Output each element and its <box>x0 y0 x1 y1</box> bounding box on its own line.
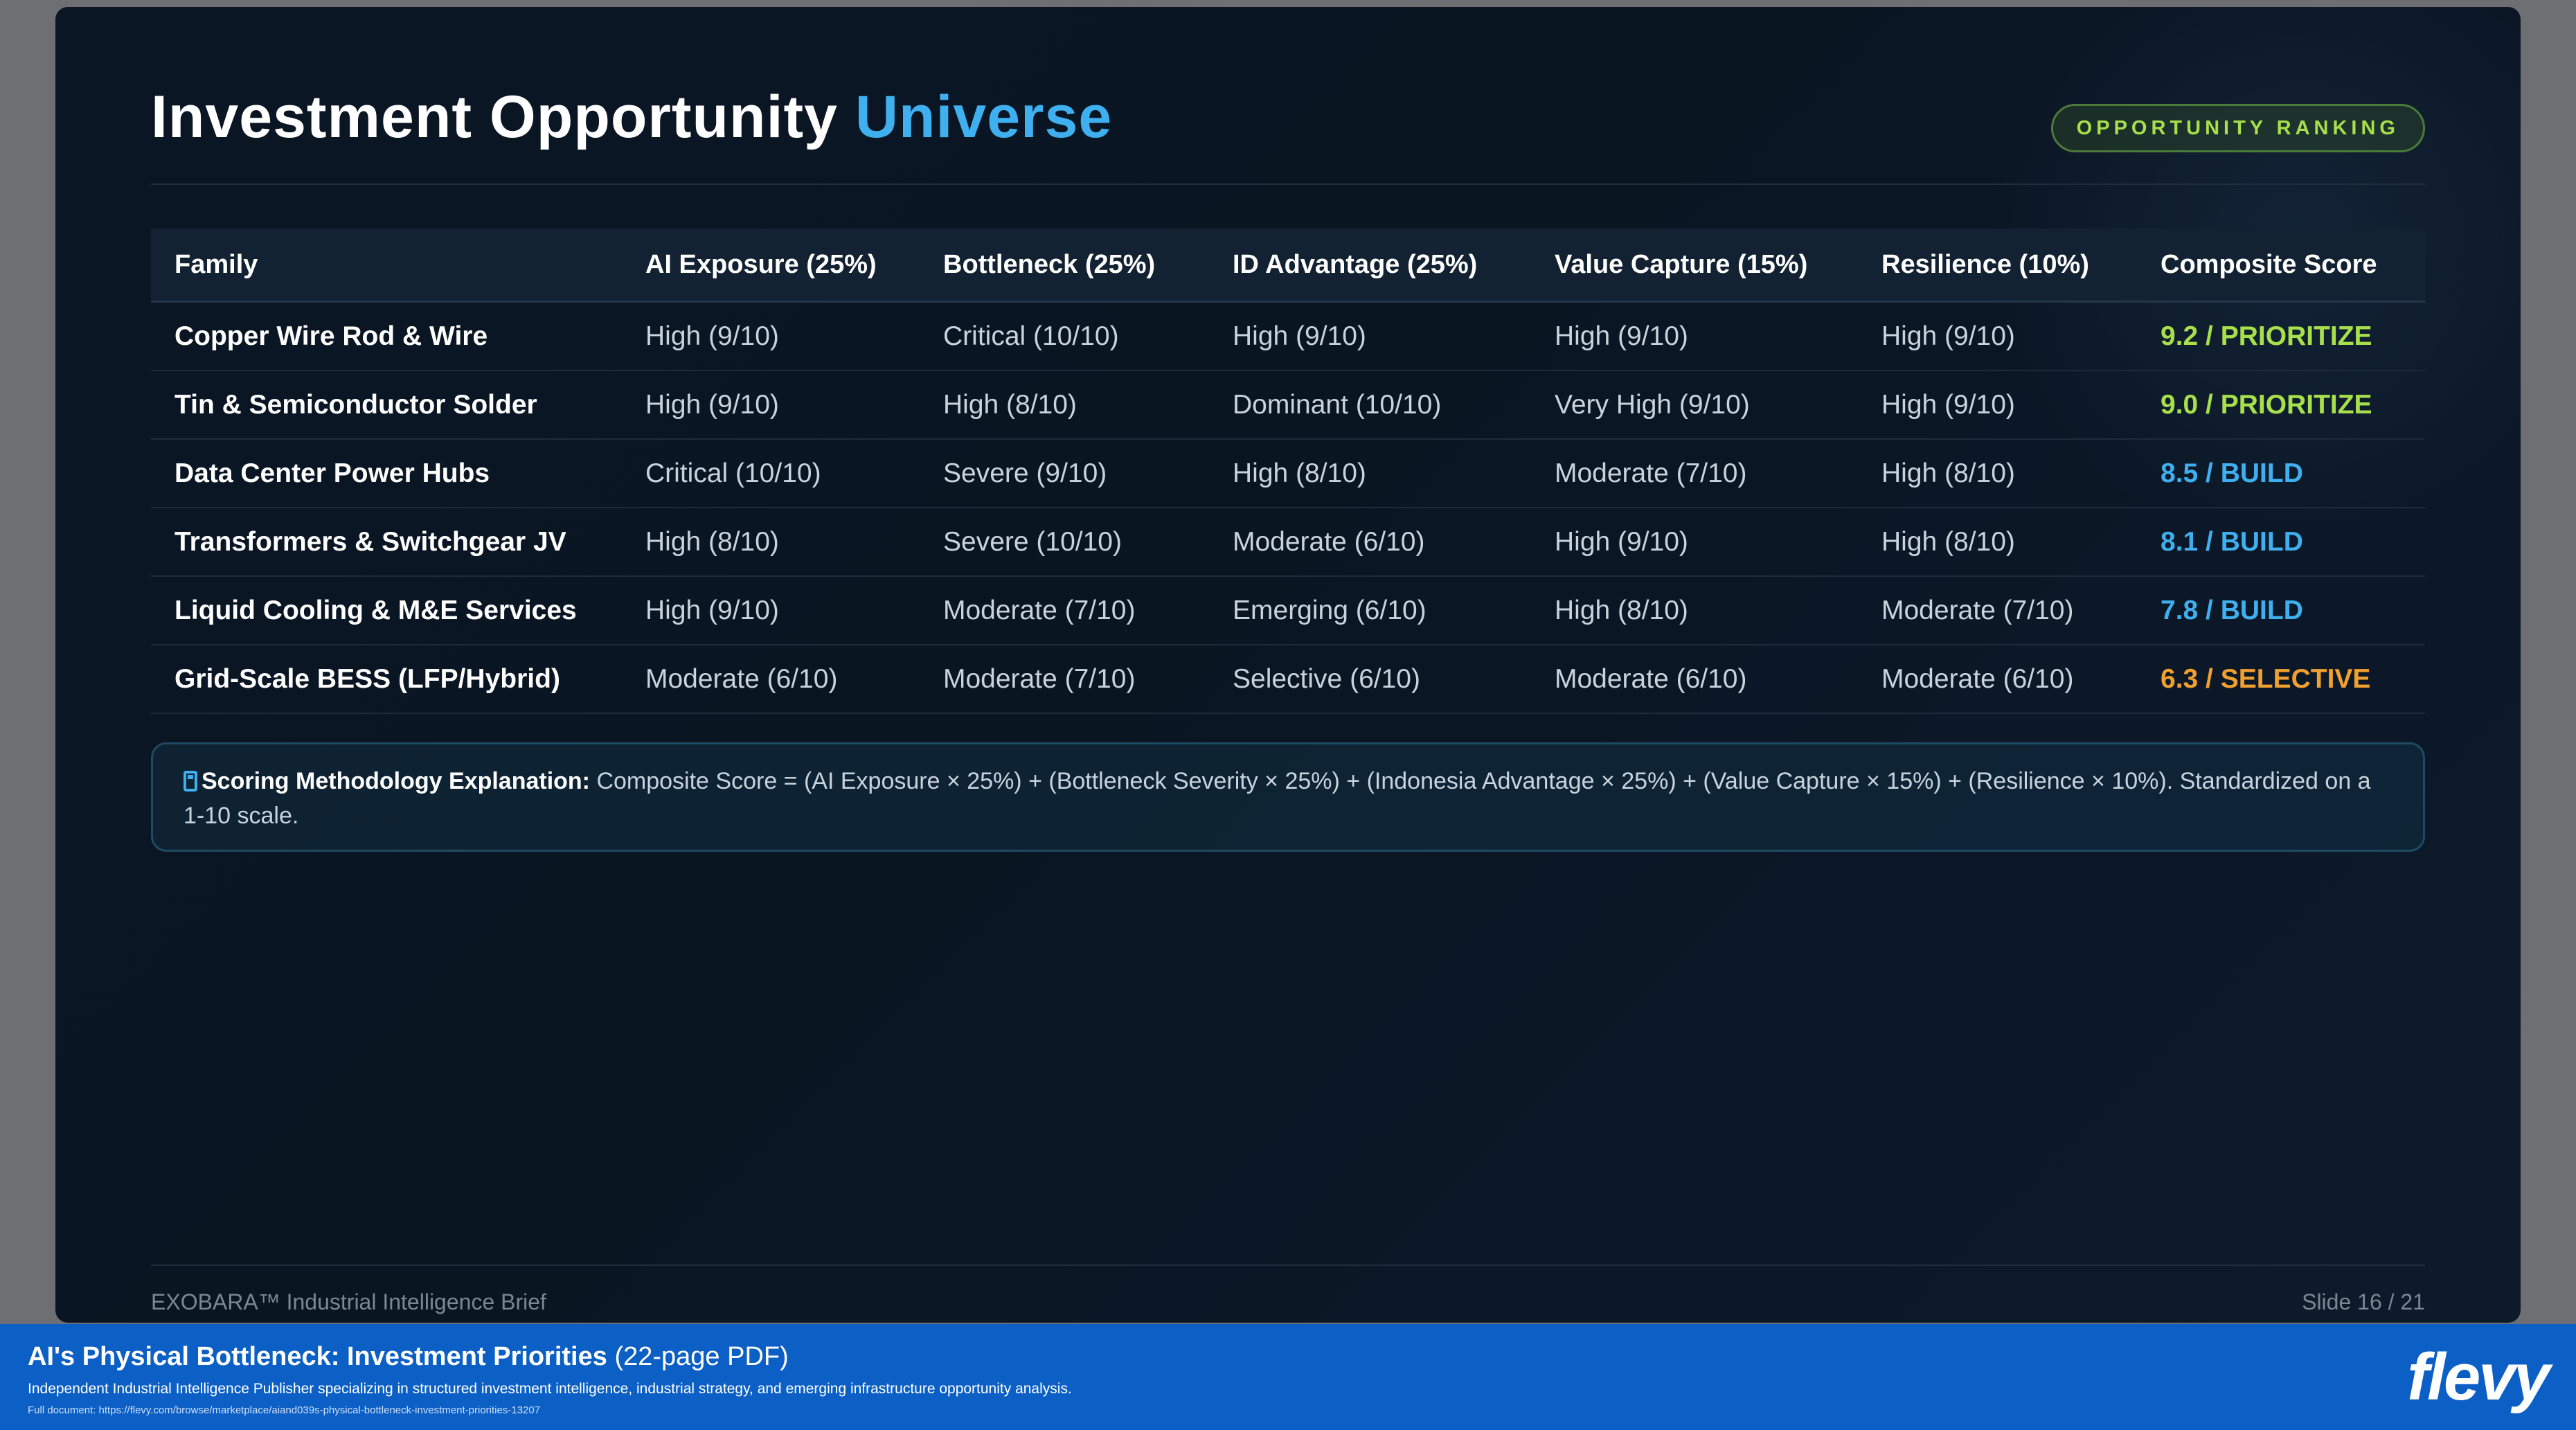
family-cell: Tin & Semiconductor Solder <box>151 370 622 440</box>
resilience-cell: Moderate (7/10) <box>1858 576 2137 645</box>
column-header-resilience: Resilience (10%) <box>1858 229 2137 303</box>
banner-url-link[interactable]: Full document: https://flevy.com/browse/… <box>28 1404 540 1416</box>
column-header-bottleneck: Bottleneck (25%) <box>920 229 1209 303</box>
title-main: Investment Opportunity <box>151 84 838 150</box>
id-advantage-cell: Moderate (6/10) <box>1209 508 1531 577</box>
resilience-cell: High (8/10) <box>1858 439 2137 508</box>
id-advantage-cell: Emerging (6/10) <box>1209 576 1531 645</box>
value-capture-cell: Moderate (6/10) <box>1531 645 1858 714</box>
value-capture-cell: Very High (9/10) <box>1531 370 1858 440</box>
methodology-note: Scoring Methodology Explanation: Composi… <box>151 742 2425 852</box>
ai-exposure-cell: High (9/10) <box>622 576 920 645</box>
ai-exposure-cell: High (9/10) <box>622 301 920 371</box>
table-row: Liquid Cooling & M&E Services High (9/10)… <box>151 576 2425 645</box>
composite-score-cell: 7.8 / BUILD <box>2137 576 2425 645</box>
composite-score-cell: 8.5 / BUILD <box>2137 439 2425 508</box>
banner-page-count: (22-page PDF) <box>614 1342 789 1371</box>
value-capture-cell: High (8/10) <box>1531 576 1858 645</box>
document-banner: AI's Physical Bottleneck: Investment Pri… <box>0 1324 2576 1430</box>
composite-score-cell: 8.1 / BUILD <box>2137 508 2425 577</box>
ai-exposure-cell: High (9/10) <box>622 370 920 440</box>
column-header-value-capture: Value Capture (15%) <box>1531 229 1858 303</box>
footer-divider <box>151 1264 2425 1266</box>
column-header-id-advantage: ID Advantage (25%) <box>1209 229 1531 303</box>
bottleneck-cell: Severe (10/10) <box>920 508 1209 577</box>
composite-score-cell: 6.3 / SELECTIVE <box>2137 645 2425 714</box>
table-row: Transformers & Switchgear JV High (8/10) S… <box>151 508 2425 577</box>
family-cell: Grid-Scale BESS (LFP/Hybrid) <box>151 645 622 714</box>
id-advantage-cell: High (9/10) <box>1209 301 1531 371</box>
slide: Investment Opportunity Universe OPPORTUN… <box>55 7 2521 1323</box>
title-accent: Universe <box>855 84 1113 150</box>
resilience-cell: High (9/10) <box>1858 370 2137 440</box>
id-advantage-cell: Dominant (10/10) <box>1209 370 1531 440</box>
ai-exposure-cell: Moderate (6/10) <box>622 645 920 714</box>
bottleneck-cell: Moderate (7/10) <box>920 645 1209 714</box>
resilience-cell: Moderate (6/10) <box>1858 645 2137 714</box>
opportunity-ranking-badge: OPPORTUNITY RANKING <box>2050 104 2425 152</box>
bottleneck-cell: High (8/10) <box>920 370 1209 440</box>
banner-title: AI's Physical Bottleneck: Investment Pri… <box>28 1342 789 1372</box>
value-capture-cell: High (9/10) <box>1531 301 1858 371</box>
bottleneck-cell: Severe (9/10) <box>920 439 1209 508</box>
family-cell: Data Center Power Hubs <box>151 439 622 508</box>
footer-brand: EXOBARA™ Industrial Intelligence Brief <box>151 1289 546 1314</box>
methodology-label: Scoring Methodology Explanation: <box>202 768 590 794</box>
calculator-icon <box>184 771 197 792</box>
column-header-composite-score: Composite Score <box>2137 229 2425 303</box>
table-row: Copper Wire Rod & Wire High (9/10) Critica… <box>151 301 2425 371</box>
ai-exposure-cell: Critical (10/10) <box>622 439 920 508</box>
title-divider <box>151 184 2425 185</box>
family-cell: Liquid Cooling & M&E Services <box>151 576 622 645</box>
family-cell: Transformers & Switchgear JV <box>151 508 622 577</box>
slide-number: Slide 16 / 21 <box>2302 1289 2425 1314</box>
table-row: Grid-Scale BESS (LFP/Hybrid) Moderate (6/… <box>151 645 2425 714</box>
table-row: Data Center Power Hubs Critical (10/10) Se… <box>151 439 2425 508</box>
composite-score-cell: 9.2 / PRIORITIZE <box>2137 301 2425 371</box>
resilience-cell: High (8/10) <box>1858 508 2137 577</box>
table-header-row: Family AI Exposure (25%) Bottleneck (25%… <box>151 229 2425 303</box>
value-capture-cell: High (9/10) <box>1531 508 1858 577</box>
opportunity-table: Family AI Exposure (25%) Bottleneck (25%… <box>151 229 2425 714</box>
id-advantage-cell: High (8/10) <box>1209 439 1531 508</box>
ai-exposure-cell: High (8/10) <box>622 508 920 577</box>
id-advantage-cell: Selective (6/10) <box>1209 645 1531 714</box>
table-row: Tin & Semiconductor Solder High (9/10) Hig… <box>151 370 2425 440</box>
flevy-logo[interactable]: flevy <box>2407 1339 2550 1415</box>
value-capture-cell: Moderate (7/10) <box>1531 439 1858 508</box>
banner-description: Independent Industrial Intelligence Publ… <box>28 1381 1072 1397</box>
resilience-cell: High (9/10) <box>1858 301 2137 371</box>
bottleneck-cell: Moderate (7/10) <box>920 576 1209 645</box>
column-header-family: Family <box>151 229 622 303</box>
column-header-ai-exposure: AI Exposure (25%) <box>622 229 920 303</box>
bottleneck-cell: Critical (10/10) <box>920 301 1209 371</box>
page-title: Investment Opportunity Universe <box>151 83 1112 152</box>
banner-title-text: AI's Physical Bottleneck: Investment Pri… <box>28 1342 607 1371</box>
family-cell: Copper Wire Rod & Wire <box>151 301 622 371</box>
composite-score-cell: 9.0 / PRIORITIZE <box>2137 370 2425 440</box>
